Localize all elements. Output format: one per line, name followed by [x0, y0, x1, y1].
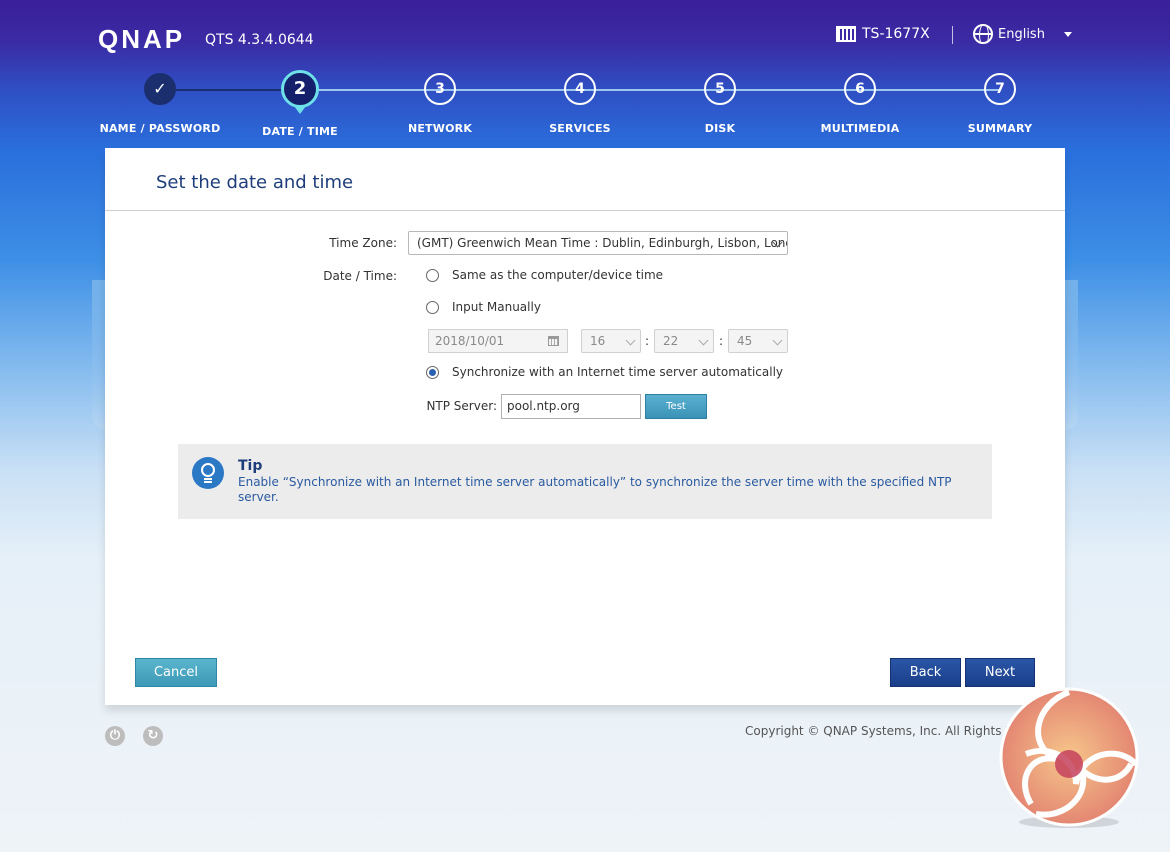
chevron-down-icon: [1063, 31, 1072, 37]
cancel-button[interactable]: Cancel: [135, 658, 217, 687]
option-same-as-computer[interactable]: Same as the computer/device time: [426, 268, 663, 282]
hour-value: 16: [590, 334, 606, 348]
ntp-server-input[interactable]: pool.ntp.org: [501, 394, 641, 419]
panel-wing-right: [1064, 280, 1078, 430]
qnap-logo: QNAP: [98, 24, 186, 54]
nas-device-icon: [836, 26, 856, 42]
minute-select[interactable]: 22: [654, 329, 714, 353]
step-date-time: 2 DATE / TIME: [230, 70, 370, 138]
hour-select[interactable]: 16: [581, 329, 641, 353]
wizard-panel: Set the date and time Time Zone: (GMT) G…: [105, 148, 1065, 705]
step-summary: 7 SUMMARY: [930, 72, 1070, 135]
back-button[interactable]: Back: [890, 658, 961, 687]
panel-wing-left: [92, 280, 106, 430]
globe-icon: [973, 24, 993, 44]
radio-input-manually[interactable]: [426, 300, 439, 314]
step-number: 4: [564, 73, 596, 105]
language-label: English: [998, 26, 1045, 42]
step-label: SERVICES: [549, 122, 611, 135]
option-label: Input Manually: [452, 300, 541, 314]
tip-text: Enable “Synchronize with an Internet tim…: [238, 475, 952, 504]
step-multimedia: 6 MULTIMEDIA: [790, 72, 930, 135]
step-label: DATE / TIME: [262, 125, 338, 138]
power-icon[interactable]: ⏻: [105, 726, 125, 746]
step-number: 6: [844, 73, 876, 105]
os-version: QTS 4.3.4.0644: [205, 32, 314, 48]
date-time-label: Date / Time:: [323, 269, 397, 283]
test-ntp-button[interactable]: Test: [645, 394, 707, 419]
step-number: 7: [984, 73, 1016, 105]
step-disk: 5 DISK: [650, 72, 790, 135]
bulb-base: [204, 478, 212, 483]
manual-date-input[interactable]: 2018/10/01: [428, 329, 568, 353]
radio-sync-internet[interactable]: [426, 365, 439, 379]
step-number: 2: [281, 70, 319, 114]
watermark-logo: [999, 687, 1139, 828]
second-value: 45: [737, 334, 753, 348]
device-model-label: TS-1677X: [862, 26, 930, 42]
lightbulb-icon: [192, 457, 224, 489]
option-input-manually[interactable]: Input Manually: [426, 300, 541, 314]
tip-box: Tip Enable “Synchronize with an Internet…: [178, 444, 992, 519]
step-network: 3 NETWORK: [370, 72, 510, 135]
step-label: MULTIMEDIA: [820, 122, 900, 135]
chevron-down-icon: [625, 335, 636, 346]
option-sync-internet[interactable]: Synchronize with an Internet time server…: [426, 365, 783, 379]
header-divider: [952, 26, 953, 44]
chevron-down-icon: [772, 335, 783, 346]
time-separator: :: [719, 334, 724, 348]
chevron-down-icon: [698, 335, 709, 346]
step-label: DISK: [704, 122, 736, 135]
step-name-password: ✓ NAME / PASSWORD: [90, 72, 230, 135]
step-services: 4 SERVICES: [510, 72, 650, 135]
title-divider: [105, 210, 1065, 211]
bulb-glass: [201, 463, 215, 477]
radio-same-as-computer[interactable]: [426, 268, 439, 282]
manual-date-value: 2018/10/01: [435, 334, 505, 348]
tip-title: Tip: [238, 458, 263, 474]
check-icon: ✓: [144, 73, 176, 105]
time-zone-label: Time Zone:: [329, 236, 397, 250]
second-select[interactable]: 45: [728, 329, 788, 353]
language-selector[interactable]: English: [973, 24, 1072, 44]
option-label: Synchronize with an Internet time server…: [452, 365, 784, 379]
time-zone-select[interactable]: (GMT) Greenwich Mean Time : Dublin, Edin…: [408, 231, 788, 255]
time-zone-value: (GMT) Greenwich Mean Time : Dublin, Edin…: [417, 236, 788, 250]
refresh-icon[interactable]: ↻: [143, 726, 163, 746]
step-label: NAME / PASSWORD: [99, 122, 221, 135]
option-label: Same as the computer/device time: [452, 268, 664, 282]
page-title: Set the date and time: [156, 172, 354, 193]
calendar-icon[interactable]: [548, 336, 559, 346]
time-separator: :: [645, 334, 650, 348]
minute-value: 22: [663, 334, 679, 348]
step-label: SUMMARY: [967, 122, 1033, 135]
step-label: NETWORK: [407, 122, 473, 135]
step-number: 3: [424, 73, 456, 105]
device-model: TS-1677X: [836, 26, 930, 42]
wizard-stepper: ✓ NAME / PASSWORD 2 DATE / TIME 3 NETWOR…: [90, 70, 1070, 142]
next-button[interactable]: Next: [965, 658, 1035, 687]
step-number: 5: [704, 73, 736, 105]
ntp-server-label: NTP Server:: [426, 399, 497, 413]
